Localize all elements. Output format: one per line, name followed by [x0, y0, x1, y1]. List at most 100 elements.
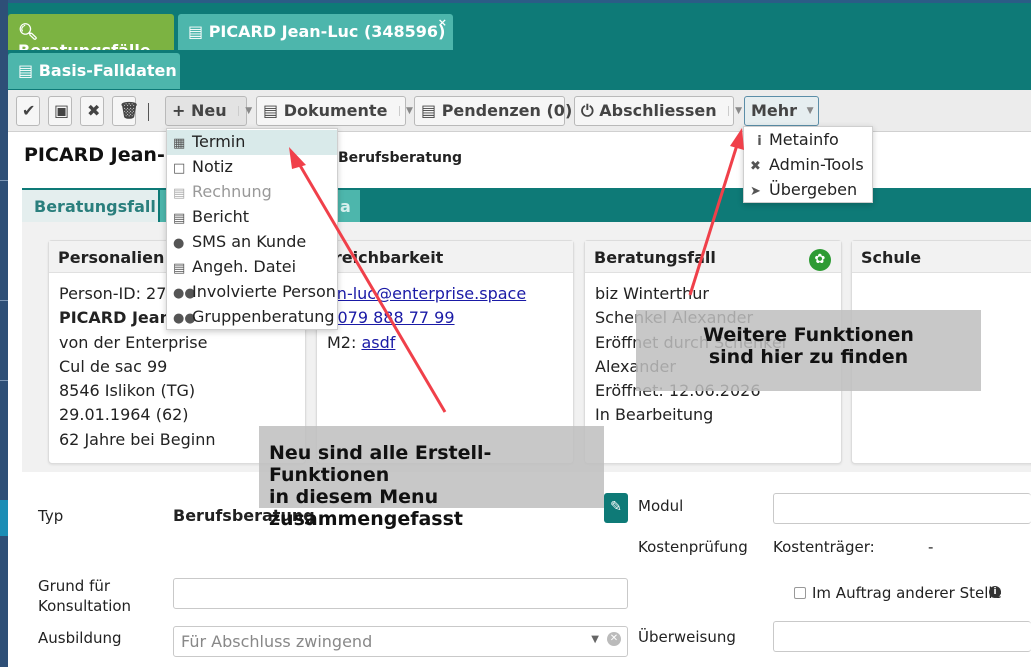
edit-button[interactable]: ✎: [604, 493, 628, 523]
pending-button[interactable]: ▤ Pendenzen (0): [414, 96, 572, 126]
trash-icon: 🗑︎: [119, 101, 140, 120]
menu-item-notiz[interactable]: □ Notiz: [167, 155, 337, 180]
person-origin: von der Enterprise: [59, 332, 208, 352]
ausbildung-select[interactable]: Für Abschluss zwingend ▼ ✕: [173, 626, 628, 657]
menu-item-sms[interactable]: ● SMS an Kunde: [167, 230, 337, 255]
menu-item-person[interactable]: ●●Involvierte Person: [167, 280, 337, 305]
document-icon: ▤: [263, 101, 279, 120]
menu-item-label: SMS an Kunde: [192, 232, 307, 251]
cancel-button[interactable]: ✖: [80, 96, 104, 126]
menu-item-bericht[interactable]: ▤ Bericht: [167, 205, 337, 230]
card-title: Beratungsfall: [585, 241, 841, 273]
more-button[interactable]: Mehr ▼: [744, 96, 819, 126]
menu-item-admin-tools[interactable]: ✖ Admin-Tools: [744, 153, 872, 178]
delete-button[interactable]: 🗑︎: [112, 96, 140, 126]
strip-selected-marker: [0, 500, 8, 536]
grund-label: Grund für Konsultation: [38, 577, 132, 615]
group-icon: ●●: [173, 311, 196, 326]
clear-icon[interactable]: ✕: [607, 632, 621, 646]
strip-divider: [0, 300, 8, 301]
top-tab-bar: 🔍︎ Beratungsfälle ▤ PICARD Jean-Luc (348…: [8, 0, 1031, 60]
menu-item-rechnung: ▤ Rechnung: [167, 180, 337, 205]
documents-label: Dokumente: [283, 101, 388, 120]
menu-item-termin[interactable]: ▦ Termin: [167, 130, 337, 155]
calendar-icon: ▦: [173, 136, 186, 151]
chevron-down-icon: ▼: [806, 106, 814, 116]
card-title: Schule: [852, 241, 1031, 273]
modul-input[interactable]: [773, 493, 1031, 524]
tab-label: Basis-Falldaten: [38, 61, 177, 80]
menu-item-label: Involvierte Person: [192, 282, 336, 301]
menu-item-label: Metainfo: [769, 130, 839, 149]
menu-item-uebergeben[interactable]: ➤ Übergeben: [744, 178, 872, 203]
chevron-down-icon: ▼: [399, 106, 413, 116]
send-icon: ➤: [750, 184, 761, 199]
callout-line: sind hier zu finden: [708, 346, 909, 368]
power-icon: ⏻: [581, 101, 594, 120]
kostenpruefung-label: Kostenprüfung: [638, 538, 748, 556]
menu-item-metainfo[interactable]: i Metainfo: [744, 128, 872, 153]
page-title: PICARD Jean-: [24, 144, 165, 166]
ausbildung-label: Ausbildung: [38, 629, 122, 647]
callout-line: Weitere Funktionen: [703, 324, 914, 346]
callout-mehr: Weitere Funktionen sind hier zu finden: [636, 310, 981, 391]
menu-item-datei[interactable]: ▤ Angeh. Datei: [167, 255, 337, 280]
more-label: Mehr: [751, 101, 798, 120]
auftrag-checkbox[interactable]: [794, 587, 806, 599]
card-title: rreichbarkeit: [317, 241, 573, 273]
new-menu: ▦ Termin □ Notiz ▤ Rechnung ▤ Bericht ● SMS a…: [166, 128, 338, 330]
chevron-down-icon: ▼: [591, 634, 599, 645]
menu-item-gruppe[interactable]: ●●Gruppenberatung: [167, 305, 337, 330]
tab-beratungsfall[interactable]: Beratungsfall: [22, 190, 158, 222]
info-icon[interactable]: i: [989, 586, 1001, 598]
callout-neu: Neu sind alle Erstell-Funktionen in dies…: [259, 426, 604, 530]
kostentraeger-label: Kostenträger:: [773, 538, 875, 556]
note-icon: □: [173, 161, 186, 176]
tools-icon: ✖: [750, 159, 761, 174]
chat-icon: ●: [173, 236, 185, 251]
modul-label: Modul: [638, 497, 684, 515]
callout-line: in diesem Menu zusammengefasst: [269, 486, 463, 530]
close-case-button[interactable]: ⏻ Abschliessen ▼: [574, 96, 742, 126]
ueberweisung-input[interactable]: [773, 621, 1031, 652]
clipboard-icon: ▤: [421, 101, 437, 120]
case-location: biz Winterthur: [595, 284, 709, 303]
m2-link[interactable]: asdf: [361, 333, 395, 352]
person-street: Cul de sac 99: [59, 356, 168, 376]
save-button[interactable]: ▣: [48, 96, 72, 126]
id-card-icon: ▤: [18, 61, 34, 80]
person-birthdate: 29.01.1964 (62): [59, 405, 189, 425]
callout-line: Neu sind alle Erstell-Funktionen: [269, 442, 492, 486]
phone-link[interactable]: 079 888 77 99: [337, 308, 454, 327]
toolbar-separator: [148, 103, 149, 121]
email-link[interactable]: an-luc@enterprise.space: [327, 284, 526, 303]
left-strip: [0, 0, 8, 667]
save-check-button[interactable]: ✔: [16, 96, 40, 126]
menu-item-label: Notiz: [192, 157, 233, 176]
id-card-icon: ▤: [188, 22, 204, 41]
toolbar: ✔ ▣ ✖ 🗑︎ + Neu ▼ ▤ Dokumente ▼ ▤ Pendenz…: [8, 90, 1031, 132]
menu-item-label: Bericht: [192, 207, 250, 226]
m2-label: M2:: [327, 332, 357, 352]
grund-input[interactable]: [173, 578, 628, 609]
search-icon: 🔍︎: [18, 22, 39, 41]
person-city: 8546 Islikon (TG): [59, 381, 196, 401]
ueberweisung-label: Überweisung: [638, 628, 736, 646]
more-menu: i Metainfo ✖ Admin-Tools ➤ Übergeben: [743, 126, 873, 203]
case-status: In Bearbeitung: [595, 405, 714, 425]
tab-beratungsfaelle[interactable]: 🔍︎ Beratungsfälle: [8, 14, 174, 60]
strip-divider: [0, 380, 8, 381]
new-button[interactable]: + Neu ▼: [165, 96, 252, 126]
tab-person[interactable]: ▤ PICARD Jean-Luc (348596) ×: [178, 14, 453, 50]
invoice-icon: ▤: [173, 186, 186, 201]
documents-button[interactable]: ▤ Dokumente ▼: [256, 96, 413, 126]
tab-basis-falldaten[interactable]: ▤ Basis-Falldaten: [8, 53, 180, 89]
close-icon: ✖: [87, 101, 101, 120]
close-icon[interactable]: ×: [438, 16, 447, 29]
menu-item-label: Rechnung: [192, 182, 272, 201]
plus-icon: +: [172, 101, 186, 120]
leaf-icon: ✿: [809, 249, 831, 271]
file-icon: ▤: [173, 261, 186, 276]
chevron-down-icon: ▼: [238, 106, 252, 116]
floppy-disk-icon: ▣: [54, 101, 70, 120]
